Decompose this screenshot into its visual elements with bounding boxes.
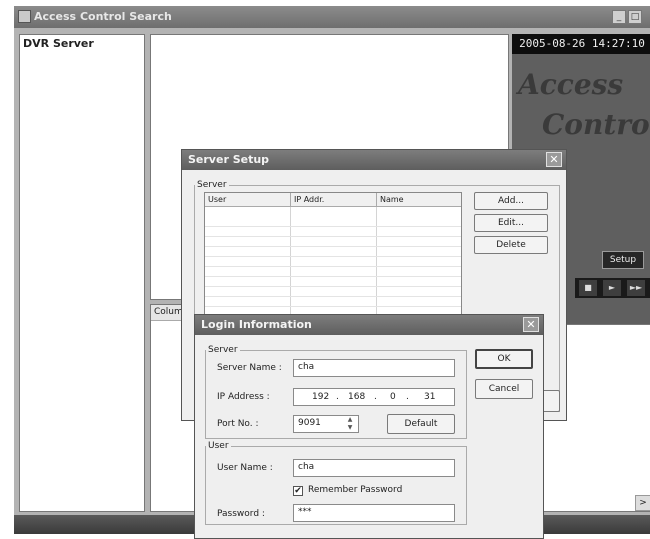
close-icon[interactable]: ✕ [546,152,562,167]
login-info-titlebar[interactable]: Login Information ✕ [195,315,543,335]
stop-icon[interactable]: ■ [579,280,597,296]
user-name-label: User Name : [217,463,273,473]
add-button[interactable]: Add... [474,192,548,210]
close-icon[interactable]: ✕ [523,317,539,332]
server-setup-title: Server Setup [188,153,270,166]
ip-octet-2: 168 [348,392,366,402]
list-row [205,237,461,247]
list-row [205,297,461,307]
list-row [205,287,461,297]
media-controls: ■ ► ►► [575,278,650,298]
play-icon[interactable]: ► [603,280,621,296]
brand-control: Control [542,108,650,141]
remember-password-label: Remember Password [308,485,403,495]
password-field[interactable]: *** [293,504,455,522]
ip-address-label: IP Address : [217,392,270,402]
server-name-label: Server Name : [217,363,282,373]
delete-button[interactable]: Delete [474,236,548,254]
datetime-display: 2005-08-26 14:27:10 [512,34,650,54]
server-group-label: Server [208,345,238,355]
password-label: Password : [217,509,265,519]
dvr-server-label: DVR Server [23,37,94,50]
ok-button[interactable]: OK [475,349,533,369]
column-header-ip[interactable]: IP Addr. [291,193,377,207]
server-list[interactable]: User IP Addr. Name [204,192,462,322]
app-icon [18,10,31,23]
ip-address-field[interactable]: 192 . 168 . 0 . 31 [293,388,455,406]
minimize-icon[interactable]: _ [612,10,626,24]
user-group-label: User [208,441,229,451]
partial-button[interactable] [542,390,560,412]
list-row [205,247,461,257]
login-information-dialog: Login Information ✕ Server Server Name :… [194,314,544,539]
column-header-user[interactable]: User [205,193,291,207]
fast-forward-icon[interactable]: ►► [627,280,645,296]
ip-octet-1: 192 [312,392,330,402]
port-spinner-icon[interactable]: ▲ ▼ [345,416,355,432]
maximize-icon[interactable]: □ [628,10,642,24]
dvr-server-panel[interactable]: DVR Server [19,34,145,512]
main-titlebar: Access Control Search _ □ [14,6,650,28]
list-row [205,277,461,287]
setup-button[interactable]: Setup [602,251,644,269]
ip-octet-3: 0 [390,392,396,402]
scroll-right-icon[interactable]: > [635,495,650,511]
cancel-button[interactable]: Cancel [475,379,533,399]
list-row [205,257,461,267]
list-row [205,267,461,277]
list-row [205,227,461,237]
login-info-title: Login Information [201,318,312,331]
brand-access: Access [518,68,624,101]
edit-button[interactable]: Edit... [474,214,548,232]
server-setup-titlebar[interactable]: Server Setup ✕ [182,150,566,170]
default-button[interactable]: Default [387,414,455,434]
remember-password-checkbox[interactable]: ✔ [293,486,303,496]
user-name-field[interactable]: cha [293,459,455,477]
list-row [205,217,461,227]
window-title: Access Control Search [34,10,172,23]
ip-octet-4: 31 [424,392,436,402]
server-group-label: Server [197,180,227,190]
column-header-name[interactable]: Name [377,193,461,207]
port-label: Port No. : [217,419,259,429]
server-name-field[interactable]: cha [293,359,455,377]
